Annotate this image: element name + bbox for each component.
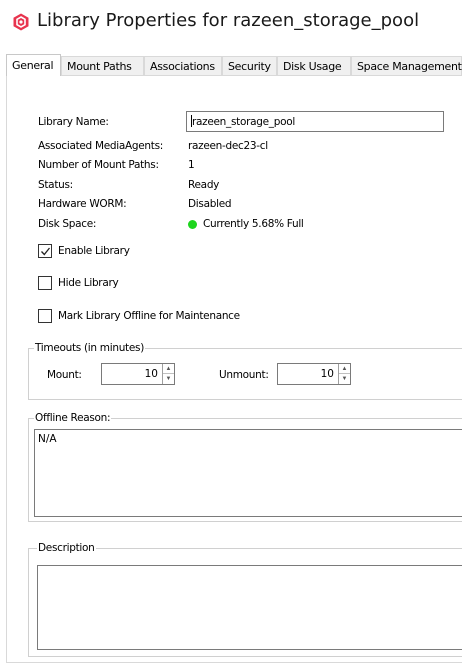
status-value: Ready bbox=[188, 179, 220, 191]
description-title: Description bbox=[37, 542, 96, 554]
checkmark-icon bbox=[41, 247, 51, 256]
disk-space-value: Currently 5.68% Full bbox=[203, 218, 304, 230]
mount-spin-arrows[interactable]: ▲ ▼ bbox=[162, 364, 174, 384]
offline-reason-textarea[interactable]: N/A bbox=[34, 429, 462, 517]
disk-status-indicator-icon bbox=[188, 220, 197, 229]
description-textarea[interactable] bbox=[37, 565, 462, 650]
spin-up-icon[interactable]: ▲ bbox=[339, 364, 350, 374]
spin-down-icon[interactable]: ▼ bbox=[339, 374, 350, 384]
status-label: Status: bbox=[38, 179, 73, 191]
commvault-app-icon bbox=[13, 13, 29, 31]
unmount-timeout-label: Unmount: bbox=[219, 369, 269, 381]
mount-timeout-spinner[interactable]: 10 ▲ ▼ bbox=[101, 363, 175, 385]
tab-strip: General Mount Paths Associations Securit… bbox=[6, 54, 462, 76]
hide-library-label[interactable]: Hide Library bbox=[58, 277, 119, 289]
mount-paths-count-value: 1 bbox=[188, 159, 195, 171]
enable-library-label[interactable]: Enable Library bbox=[58, 245, 130, 257]
tab-disk-usage[interactable]: Disk Usage bbox=[277, 56, 351, 75]
offline-maintenance-label[interactable]: Mark Library Offline for Maintenance bbox=[58, 310, 240, 322]
library-name-field[interactable]: razeen_storage_pool bbox=[186, 111, 444, 132]
mount-paths-count-label: Number of Mount Paths: bbox=[38, 159, 159, 171]
hardware-worm-value: Disabled bbox=[188, 198, 232, 210]
mount-timeout-value: 10 bbox=[144, 368, 158, 380]
tab-associations[interactable]: Associations bbox=[144, 56, 222, 75]
tab-mount-paths[interactable]: Mount Paths bbox=[61, 56, 144, 75]
tab-general[interactable]: General bbox=[6, 54, 61, 76]
media-agents-label: Associated MediaAgents: bbox=[38, 140, 163, 152]
mount-timeout-label: Mount: bbox=[47, 369, 82, 381]
library-name-value: razeen_storage_pool bbox=[192, 116, 295, 128]
disk-space-label: Disk Space: bbox=[38, 218, 97, 230]
offline-reason-title: Offline Reason: bbox=[34, 412, 112, 424]
tab-security[interactable]: Security bbox=[222, 56, 277, 75]
unmount-timeout-value: 10 bbox=[320, 368, 334, 380]
media-agents-value: razeen-dec23-cl bbox=[188, 140, 268, 152]
unmount-spin-arrows[interactable]: ▲ ▼ bbox=[338, 364, 350, 384]
offline-reason-value: N/A bbox=[38, 433, 57, 445]
spin-up-icon[interactable]: ▲ bbox=[163, 364, 174, 374]
enable-library-checkbox[interactable] bbox=[38, 244, 52, 258]
tab-space-management[interactable]: Space Management bbox=[351, 56, 462, 75]
title-bar: Library Properties for razeen_storage_po… bbox=[0, 0, 462, 44]
spin-down-icon[interactable]: ▼ bbox=[163, 374, 174, 384]
offline-maintenance-checkbox[interactable] bbox=[38, 309, 52, 323]
timeouts-group-title: Timeouts (in minutes) bbox=[34, 342, 146, 354]
hardware-worm-label: Hardware WORM: bbox=[38, 198, 127, 210]
window-title: Library Properties for razeen_storage_po… bbox=[37, 10, 420, 31]
hide-library-checkbox[interactable] bbox=[38, 276, 52, 290]
unmount-timeout-spinner[interactable]: 10 ▲ ▼ bbox=[277, 363, 351, 385]
library-name-label: Library Name: bbox=[38, 116, 109, 128]
